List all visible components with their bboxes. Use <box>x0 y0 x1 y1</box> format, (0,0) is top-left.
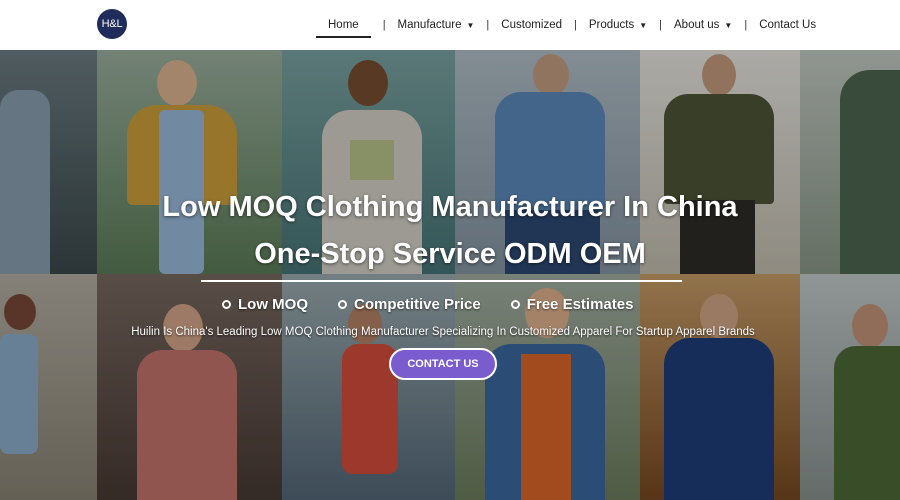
nav-about[interactable]: About us ▼ <box>674 0 732 50</box>
nav-products[interactable]: Products ▼ <box>589 0 647 50</box>
nav-contact[interactable]: Contact Us <box>759 0 816 50</box>
feature-item: Free Estimates <box>510 296 634 313</box>
feature-item: Competitive Price <box>338 296 481 313</box>
circle-bullet-icon <box>510 300 520 309</box>
site-header: H&L Home | Manufacture ▼ | Customized | … <box>0 0 900 50</box>
nav-separator: | <box>659 19 663 31</box>
hero-title-line2: One-Stop Service ODM OEM <box>254 238 646 270</box>
hero-banner: Low MOQ Clothing Manufacturer In China O… <box>0 50 900 500</box>
chevron-down-icon: ▼ <box>639 20 648 30</box>
nav-home[interactable]: Home <box>316 0 371 50</box>
nav-separator: | <box>744 19 748 31</box>
nav-separator: | <box>486 19 490 31</box>
nav-home-label: Home <box>328 19 359 31</box>
circle-bullet-icon <box>338 300 347 309</box>
chevron-down-icon: ▼ <box>724 20 733 30</box>
nav-customized[interactable]: Customized <box>501 0 562 50</box>
feature-label: Competitive Price <box>354 296 481 313</box>
main-nav: Home | Manufacture ▼ | Customized | Prod… <box>316 0 816 50</box>
nav-manufacture[interactable]: Manufacture ▼ <box>398 0 475 50</box>
feature-list: Low MOQ Competitive Price Free Estimates <box>222 296 663 313</box>
nav-products-label: Products <box>588 19 635 31</box>
contact-us-button[interactable]: CONTACT US <box>389 348 497 380</box>
feature-label: Free Estimates <box>526 296 634 313</box>
hero-subtitle: Huilin Is China's Leading Low MOQ Clothi… <box>131 326 755 338</box>
nav-separator: | <box>382 19 386 31</box>
feature-item: Low MOQ <box>222 296 308 313</box>
circle-bullet-icon <box>222 300 231 309</box>
brand-logo[interactable]: H&L <box>97 9 127 39</box>
nav-separator: | <box>573 19 577 31</box>
chevron-down-icon: ▼ <box>466 20 475 30</box>
nav-about-label: About us <box>674 19 720 31</box>
nav-manufacture-label: Manufacture <box>397 19 462 31</box>
nav-customized-label: Customized <box>501 19 562 31</box>
hero-content: Low MOQ Clothing Manufacturer In China O… <box>0 50 900 500</box>
feature-label: Low MOQ <box>238 296 308 313</box>
hero-divider <box>201 280 682 282</box>
nav-contact-label: Contact Us <box>759 19 817 31</box>
hero-title-line1: Low MOQ Clothing Manufacturer In China <box>162 191 738 223</box>
